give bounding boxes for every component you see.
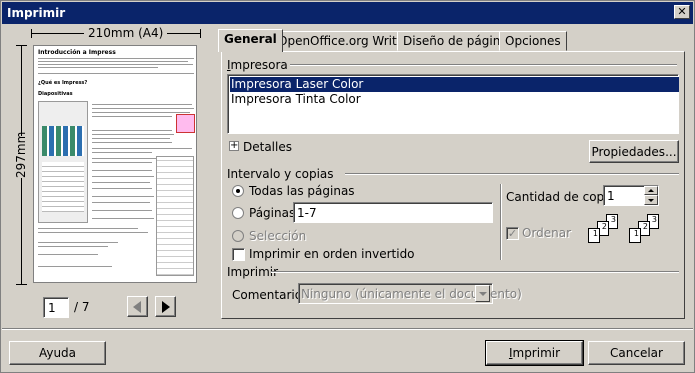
- doc-subheading-1: ¿Qué es Impress?: [38, 80, 88, 86]
- chevron-down-icon: [479, 292, 487, 296]
- height-ruler: 297mm: [14, 45, 28, 285]
- width-ruler: 210mm (A4): [31, 26, 201, 40]
- chevron-up-icon: [648, 189, 654, 192]
- pages-label[interactable]: Páginas: [249, 206, 295, 220]
- reverse-order-checkbox[interactable]: [232, 248, 245, 261]
- doc-subheading-2: Diapositivas: [38, 91, 73, 97]
- cancel-button[interactable]: Cancelar: [588, 341, 685, 365]
- comments-select[interactable]: Ninguno (únicamente el documento): [298, 283, 522, 304]
- tab-general[interactable]: General: [218, 29, 283, 52]
- print-dialog: Imprimir ✕ 210mm (A4) 297mm Introducción…: [0, 0, 695, 373]
- printer-group-label: Impresora: [227, 58, 288, 72]
- printer-list[interactable]: Impresora Laser Color Impresora Tinta Co…: [227, 74, 679, 134]
- page-total-label: / 7: [74, 300, 90, 314]
- doc-heading: Introducción a Impress: [38, 49, 116, 56]
- all-pages-label[interactable]: Todas las páginas: [249, 184, 355, 198]
- height-label: 297mm: [14, 131, 28, 178]
- doc-icon-image: [176, 114, 195, 133]
- tab-diseno-de-pagina[interactable]: Diseño de página: [397, 31, 514, 51]
- close-button[interactable]: ✕: [674, 5, 690, 19]
- pages-value: 1-7: [297, 206, 317, 220]
- pages-radio[interactable]: [232, 207, 244, 219]
- comments-label: Comentarios: [232, 288, 309, 302]
- chevron-down-icon: [648, 199, 654, 202]
- print-button[interactable]: Imprimir: [485, 340, 584, 366]
- collate-stack-1-icon: 3 2 1: [584, 214, 624, 250]
- details-label[interactable]: Detalles: [243, 140, 292, 154]
- title-bar: Imprimir ✕: [2, 2, 693, 24]
- comments-dropdown-button[interactable]: [475, 285, 490, 302]
- tab-openoffice-writer[interactable]: OpenOffice.org Writer: [272, 31, 416, 51]
- all-pages-radio[interactable]: [232, 185, 244, 197]
- help-button[interactable]: Ayuda: [9, 341, 106, 365]
- range-group-label: Intervalo y copias: [227, 167, 334, 181]
- copies-spinbox[interactable]: 1: [603, 185, 659, 206]
- copies-separator: [500, 184, 502, 260]
- properties-button[interactable]: Propiedades...: [589, 140, 679, 163]
- reverse-order-label[interactable]: Imprimir en orden invertido: [249, 247, 415, 261]
- previous-page-button[interactable]: [127, 296, 148, 317]
- printer-item-tinta[interactable]: Impresora Tinta Color: [230, 92, 679, 107]
- collate-label: Ordenar: [522, 226, 572, 240]
- selection-radio[interactable]: [232, 230, 244, 242]
- width-label: 210mm (A4): [84, 26, 168, 40]
- page-number-input[interactable]: 1: [43, 297, 69, 318]
- selection-label: Selección: [249, 229, 307, 243]
- window-title: Imprimir: [7, 6, 66, 20]
- page-thumbnail: Introducción a Impress ¿Qué es Impress? …: [33, 45, 197, 283]
- page-number-value: 1: [48, 301, 56, 315]
- copies-decrement-button[interactable]: [644, 195, 658, 205]
- arrow-left-icon: [133, 301, 141, 313]
- expand-details-icon[interactable]: +: [229, 141, 239, 151]
- tab-opciones[interactable]: Opciones: [499, 31, 567, 51]
- copies-increment-button[interactable]: [644, 186, 658, 195]
- collate-checkbox[interactable]: ✓: [506, 227, 519, 240]
- collate-stack-2-icon: 3 2 1: [625, 214, 669, 250]
- doc-screenshot-image: [38, 101, 88, 223]
- arrow-right-icon: [162, 301, 170, 313]
- copies-value: 1: [607, 189, 615, 203]
- printer-item-laser[interactable]: Impresora Laser Color: [230, 77, 679, 92]
- next-page-button[interactable]: [155, 296, 176, 317]
- pages-input[interactable]: 1-7: [293, 202, 493, 223]
